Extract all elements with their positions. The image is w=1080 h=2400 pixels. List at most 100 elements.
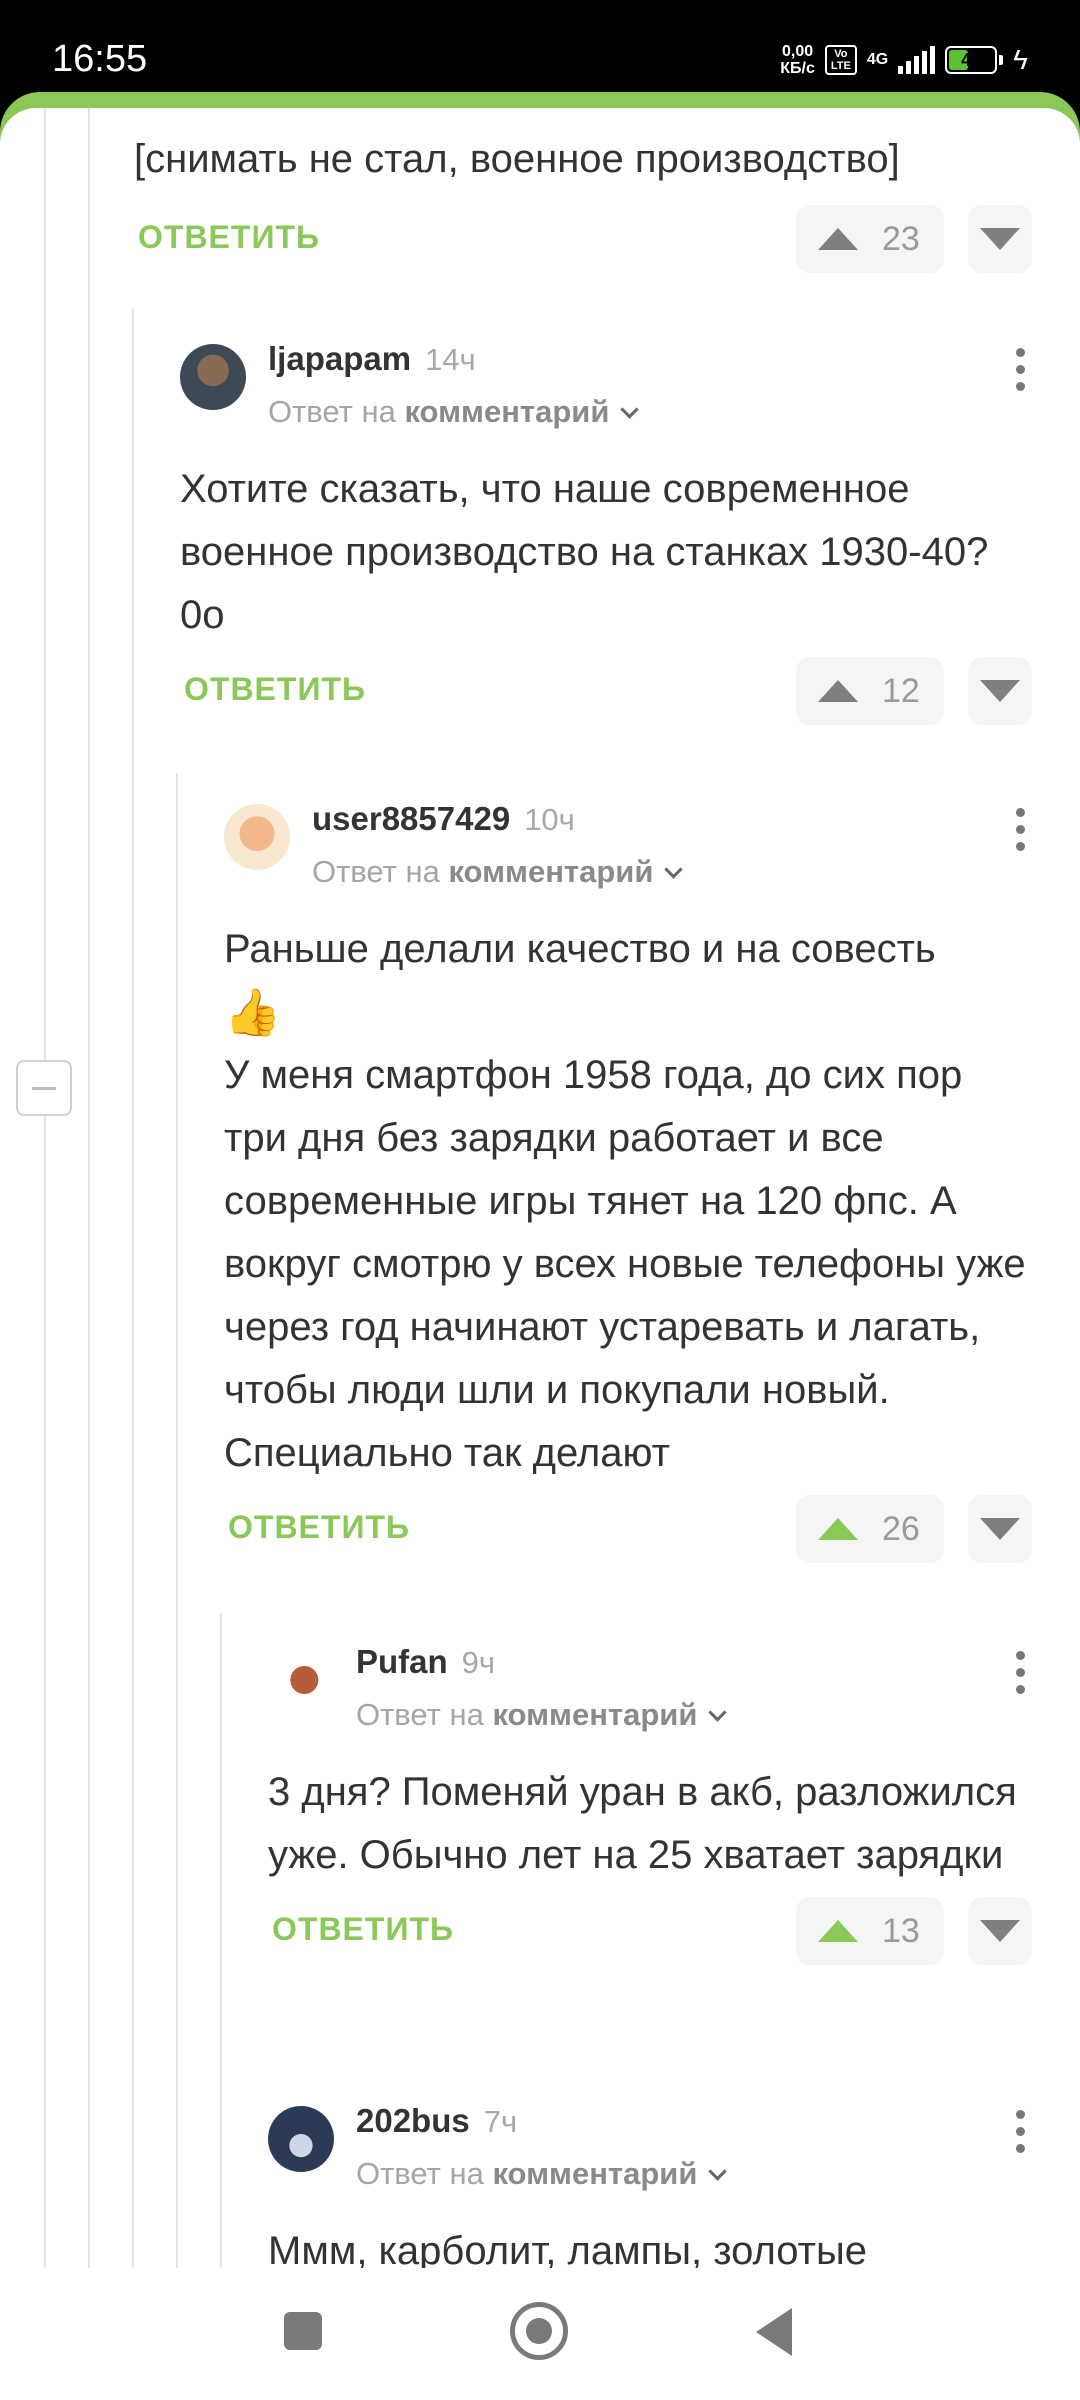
more-options-icon[interactable] [1014, 1651, 1026, 1694]
home-icon[interactable] [510, 2302, 568, 2360]
reply-to-link[interactable]: комментарий [492, 1697, 697, 1732]
reply-to[interactable]: Ответ на комментарий [268, 394, 640, 430]
comment-text-line: У меня смартфон 1958 года, до сих пор тр… [224, 1053, 1026, 1475]
avatar[interactable] [180, 344, 246, 410]
upvote-icon [818, 228, 858, 250]
charging-icon: ϟ [1013, 44, 1028, 75]
downvote-icon [980, 1920, 1020, 1942]
reply-button[interactable]: ОТВЕТИТЬ [138, 219, 320, 256]
username[interactable]: Pufan [356, 1643, 448, 1680]
thread-line [44, 108, 46, 2268]
username[interactable]: user8857429 [312, 800, 510, 837]
chevron-down-icon[interactable] [620, 400, 640, 419]
thread-line [132, 308, 134, 2268]
recent-apps-icon[interactable] [284, 2312, 322, 2350]
comments-feed[interactable]: [снимать не стал, военное производство] … [0, 108, 1080, 2268]
chevron-down-icon[interactable] [664, 860, 684, 879]
more-options-icon[interactable] [1014, 348, 1026, 391]
comment-text: [снимать не стал, военное производство] [134, 137, 900, 181]
volte-top: Vo [834, 48, 848, 60]
comment-time: 14ч [425, 342, 476, 377]
upvote-icon [818, 1920, 858, 1942]
status-icons: 0,00 КБ/с Vo LTE 4G 43 ϟ [780, 40, 1028, 80]
comment-text: 3 дня? Поменяй уран в акб, разложился уж… [268, 1770, 1017, 1877]
comment-author[interactable]: user8857429 10ч [312, 800, 575, 838]
battery-icon: 43 [945, 46, 998, 74]
comment-time: 9ч [461, 1645, 496, 1680]
more-options-icon[interactable] [1014, 808, 1026, 851]
more-options-icon[interactable] [1014, 2110, 1026, 2153]
thumbs-up-emoji: 👍 [224, 986, 282, 1038]
username[interactable]: 202bus [356, 2102, 470, 2139]
comment-text: Хотите сказать, что наше современное вое… [180, 467, 989, 637]
comment-footer: ОТВЕТИТЬ 26 [224, 1495, 1034, 1563]
comment-text: Раньше делали качество и на совесть 👍 У … [224, 918, 1034, 1485]
chevron-down-icon[interactable] [708, 2162, 728, 2181]
status-time: 16:55 [52, 38, 148, 80]
collapse-thread-button[interactable] [16, 1060, 72, 1116]
downvote-button[interactable] [968, 205, 1032, 273]
upvote-icon [818, 1518, 858, 1540]
reply-to[interactable]: Ответ на комментарий [312, 854, 684, 890]
battery-level: 43 [961, 49, 982, 70]
reply-to[interactable]: Ответ на комментарий [356, 1697, 728, 1733]
reply-button[interactable]: ОТВЕТИТЬ [228, 1509, 410, 1546]
comment: Pufan 9ч Ответ на комментарий 3 дня? Поме… [268, 1641, 1034, 1965]
downvote-icon [980, 228, 1020, 250]
reply-button[interactable]: ОТВЕТИТЬ [184, 671, 366, 708]
reply-to-prefix: Ответ на [268, 394, 396, 429]
comment: 202bus 7ч Ответ на комментарий Ммм, карбо… [268, 2100, 1034, 2268]
comment-footer: ОТВЕТИТЬ 12 [180, 657, 1034, 725]
comment-author[interactable]: 202bus 7ч [356, 2102, 517, 2140]
avatar[interactable] [268, 2106, 334, 2172]
comment: ljapapam 14ч Ответ на комментарий Хотите … [180, 338, 1034, 725]
back-icon[interactable] [756, 2308, 792, 2356]
battery-cap [999, 55, 1004, 65]
signal-icon [898, 46, 936, 74]
comment-score: 12 [882, 671, 920, 710]
comment-header: user8857429 10ч Ответ на комментарий [224, 798, 1034, 908]
reply-button[interactable]: ОТВЕТИТЬ [272, 1911, 454, 1948]
upvote-button[interactable]: 12 [796, 657, 944, 725]
username[interactable]: ljapapam [268, 340, 411, 377]
comment-time: 7ч [483, 2104, 518, 2139]
comment: [снимать не стал, военное производство] … [134, 128, 1034, 273]
reply-to-prefix: Ответ на [312, 854, 440, 889]
avatar[interactable] [224, 804, 290, 870]
reply-to-link[interactable]: комментарий [448, 854, 653, 889]
comment-header: ljapapam 14ч Ответ на комментарий [180, 338, 1034, 448]
comment-text: Ммм, карболит, лампы, золотые [268, 2229, 867, 2268]
comment-score: 13 [882, 1911, 920, 1950]
chevron-down-icon[interactable] [708, 1703, 728, 1722]
upvote-button[interactable]: 13 [796, 1897, 944, 1965]
comment-footer: ОТВЕТИТЬ 23 [134, 205, 1034, 273]
upvote-button[interactable]: 23 [796, 205, 944, 273]
comment-header: 202bus 7ч Ответ на комментарий [268, 2100, 1034, 2210]
comment-text-line: Раньше делали качество и на совесть [224, 927, 936, 971]
thread-line [176, 773, 178, 2268]
thread-line [220, 1613, 222, 2268]
reply-to-prefix: Ответ на [356, 1697, 484, 1732]
network-type: 4G [866, 51, 889, 68]
comment-author[interactable]: Pufan 9ч [356, 1643, 495, 1681]
comment-score: 23 [882, 219, 920, 258]
speed-unit: КБ/с [780, 60, 815, 77]
avatar[interactable] [268, 1647, 334, 1713]
downvote-icon [980, 1518, 1020, 1540]
downvote-button[interactable] [968, 657, 1032, 725]
comment: user8857429 10ч Ответ на комментарий Рань… [224, 798, 1034, 1563]
downvote-button[interactable] [968, 1897, 1032, 1965]
comment-header: Pufan 9ч Ответ на комментарий [268, 1641, 1034, 1751]
navigation-bar [0, 2268, 1080, 2400]
volte-bottom: LTE [830, 60, 851, 72]
comment-score: 26 [882, 1509, 920, 1548]
upvote-button[interactable]: 26 [796, 1495, 944, 1563]
network-speed: 0,00 КБ/с [780, 43, 815, 77]
reply-to-link[interactable]: комментарий [492, 2156, 697, 2191]
downvote-button[interactable] [968, 1495, 1032, 1563]
reply-to-link[interactable]: комментарий [404, 394, 609, 429]
comment-time: 10ч [524, 802, 575, 837]
comment-footer: ОТВЕТИТЬ 13 [268, 1897, 1034, 1965]
comment-author[interactable]: ljapapam 14ч [268, 340, 476, 378]
reply-to[interactable]: Ответ на комментарий [356, 2156, 728, 2192]
